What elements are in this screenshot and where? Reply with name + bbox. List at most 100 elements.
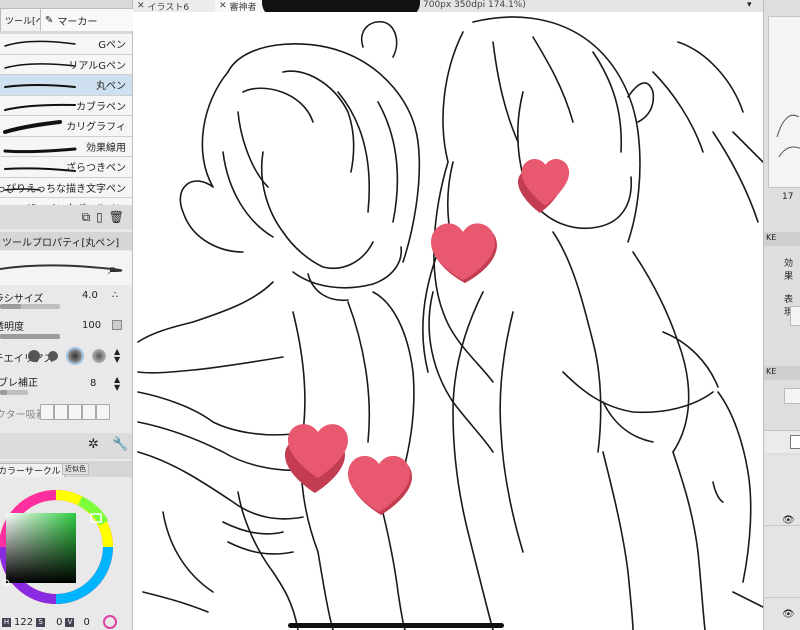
close-icon[interactable]: ✕ — [137, 1, 145, 11]
marker-tab-label: マーカー — [57, 16, 98, 28]
size-label: ブラシサイズ — [0, 294, 44, 305]
navigator-preview — [776, 114, 800, 158]
color-mode-icon[interactable] — [102, 615, 117, 629]
brush-item[interactable]: 丸ペン — [0, 75, 132, 96]
brush-item[interactable]: Gペン — [0, 34, 132, 55]
brush-item-label: カリグラフィ — [66, 122, 126, 134]
size-value: 4.0 — [82, 290, 98, 301]
opacity-option-icon[interactable] — [112, 320, 122, 330]
color-tab-row: カラーサークル 近似色 — [0, 461, 132, 478]
color-circle-tab[interactable]: カラーサークル — [0, 463, 65, 478]
tab-overflow-icon[interactable]: ▾ — [747, 0, 752, 10]
brush-list: GペンリアルGペン丸ペンカブラペンカリグラフィ効果線用ざらつきペンっぴりえっちな… — [0, 34, 132, 219]
layer-toolbar — [764, 430, 800, 453]
brush-item[interactable]: リアルGペン — [0, 54, 132, 75]
home-indicator — [288, 623, 504, 628]
heart-stickers — [285, 159, 570, 515]
brush-item-label: ざらつきペン — [66, 163, 126, 175]
tool-property-title: ツールプロパティ[丸ペン] — [2, 237, 120, 249]
snap-option-2[interactable] — [54, 404, 68, 420]
antialias-weak[interactable] — [48, 351, 58, 361]
eye-icon[interactable]: 👁 — [782, 609, 795, 620]
brush-stroke-icon — [3, 147, 77, 153]
expression-color-button[interactable] — [790, 306, 800, 326]
brush-item[interactable]: カリグラフィ — [0, 116, 132, 137]
opacity-value: 100 — [82, 320, 102, 331]
navigator-thumbnail[interactable] — [768, 16, 800, 188]
left-panel: ツール[ペン] ✎ マーカー GペンリアルGペン丸ペンカブラペンカリグラフィ効果… — [0, 0, 136, 630]
antialias-label: アンチエイリアス — [0, 354, 54, 365]
new-brush-icon[interactable]: ▯ — [96, 210, 103, 224]
brush-preview: ⌕ — [0, 251, 132, 285]
antialias-medium[interactable] — [66, 347, 84, 365]
brush-item-label: 丸ペン — [96, 81, 126, 93]
marker-tab[interactable]: ✎ マーカー — [40, 8, 136, 31]
tool-tab-label: ツール[ペン] — [5, 16, 41, 27]
eye-icon[interactable]: 👁 — [782, 515, 795, 526]
opacity-label: 不透明度 — [0, 322, 24, 333]
layer-list: 👁 👁 — [764, 455, 800, 630]
snap-option-5[interactable] — [96, 404, 110, 420]
brush-item-label: リアルGペン — [68, 60, 126, 72]
vector-snap-row: ベクター吸着 — [0, 403, 132, 425]
antialias-strong[interactable] — [92, 349, 106, 363]
blend-mode-select[interactable] — [784, 388, 800, 404]
v-label: V — [65, 617, 75, 627]
snap-option-4[interactable] — [82, 404, 96, 420]
marker-icon: ✎ — [45, 14, 54, 26]
opacity-row: 不透明度 100 — [0, 318, 132, 340]
v-value: 0 — [83, 616, 90, 628]
stabilize-value: 8 — [90, 378, 97, 389]
layer-row[interactable]: 👁 — [764, 455, 800, 526]
doc-tab-1[interactable]: ✕ イラスト6 — [133, 0, 222, 13]
brush-item[interactable]: 効果線用 — [0, 136, 132, 157]
brush-stroke-icon — [4, 40, 76, 47]
brush-item-label: っぴりえっちな描き文字ペン — [0, 183, 126, 195]
brush-item[interactable]: ざらつきペン — [0, 157, 132, 178]
h-value: 122 — [14, 616, 34, 628]
tool-property-header: ツールプロパティ[丸ペン] — [0, 232, 132, 250]
layer-tab[interactable]: KE — [764, 366, 800, 380]
brush-item[interactable]: カブラペン — [0, 95, 132, 116]
antialias-row: アンチエイリアス ▲▼ — [0, 346, 132, 368]
reset-icon[interactable]: ✲ — [88, 437, 99, 452]
size-dynamics-icon[interactable]: ∴ — [112, 290, 118, 301]
antialias-stepper-icon[interactable]: ▲ ▼ — [114, 348, 120, 364]
brush-stroke-icon — [4, 103, 76, 111]
doc-tab-1-label: イラスト6 — [147, 2, 190, 13]
delete-brush-icon[interactable]: 🗑 — [109, 210, 124, 224]
copy-brush-icon[interactable]: ⧉ — [82, 210, 91, 225]
s-value: 0 — [56, 616, 63, 628]
opacity-slider[interactable] — [0, 334, 60, 339]
h-label: H — [2, 617, 11, 627]
brush-item-label: Gペン — [98, 40, 126, 52]
color-wheel[interactable] — [0, 477, 132, 612]
brush-item-label: カブラペン — [76, 101, 126, 113]
stabilize-slider[interactable] — [0, 390, 28, 395]
layer-tab-icon: KE — [766, 367, 777, 376]
snap-option-1[interactable] — [40, 404, 54, 420]
layer-property-tab[interactable]: KE — [764, 232, 800, 246]
drawing-canvas[interactable] — [133, 12, 763, 630]
color-circle-panel — [0, 477, 132, 612]
snap-option-3[interactable] — [68, 404, 82, 420]
brush-item-label: 効果線用 — [86, 142, 126, 154]
s-label: S — [36, 617, 46, 627]
panel-tab-icon: KE — [766, 233, 777, 242]
layer-row[interactable]: 👁 — [764, 527, 800, 620]
close-icon[interactable]: ✕ — [219, 1, 227, 11]
similar-color-tab[interactable]: 近似色 — [62, 463, 89, 475]
stabilize-row: 手ブレ補正 8 ▲▼ — [0, 374, 132, 396]
wrench-icon[interactable]: 🔧 — [112, 437, 128, 452]
brush-stroke-icon — [4, 84, 76, 88]
effect-label: 効果 — [784, 259, 794, 282]
stabilize-stepper-icon[interactable]: ▲ ▼ — [114, 376, 120, 392]
stabilize-label: 手ブレ補正 — [0, 378, 38, 389]
size-slider[interactable] — [0, 304, 60, 309]
right-panel: 17 KE 効果 表現 KE 👁 👁 — [763, 0, 800, 630]
brush-item[interactable]: っぴりえっちな描き文字ペン — [0, 177, 132, 198]
new-layer-icon[interactable] — [790, 435, 800, 449]
magnifier-icon[interactable]: ⌕ — [108, 259, 117, 279]
antialias-none[interactable] — [28, 350, 40, 362]
line-art — [137, 16, 763, 630]
